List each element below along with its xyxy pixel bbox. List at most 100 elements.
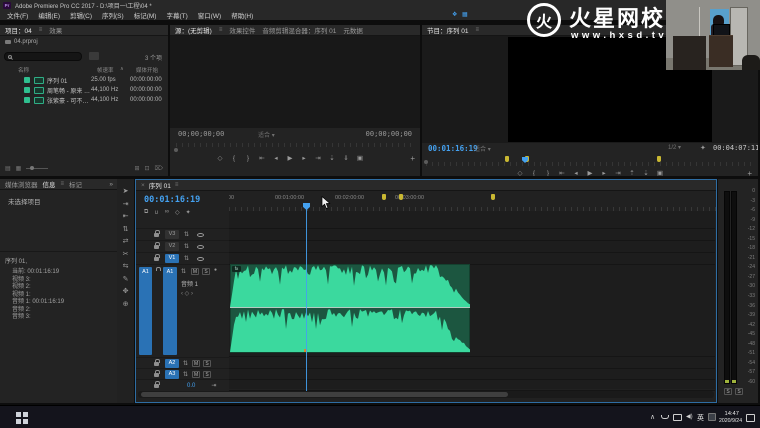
- tab-audio-clip-mixer[interactable]: 音频剪辑混合器：序列 01: [262, 25, 336, 35]
- timeline-option-icon[interactable]: ∞: [165, 209, 169, 216]
- voiceover-record-icon[interactable]: ●: [214, 267, 217, 273]
- settings-wrench-icon[interactable]: ✦: [700, 144, 706, 152]
- source-patch-a1[interactable]: A1: [139, 267, 152, 355]
- label-chip[interactable]: [24, 97, 30, 103]
- tab-info[interactable]: 信息: [43, 179, 56, 190]
- zoom-slider[interactable]: [26, 168, 48, 169]
- transport-button[interactable]: ⇓: [341, 154, 351, 164]
- project-item-row[interactable]: 序列 01 25.00 fps 00:00:00:00: [0, 75, 168, 85]
- project-item-row[interactable]: 周笔畅 - 原来 你也在这里 . 44,100 Hz 00:00:00:00: [0, 85, 168, 95]
- program-scroll-handle[interactable]: [424, 160, 428, 164]
- transport-button[interactable]: ⇥: [613, 169, 623, 177]
- sequence-marker[interactable]: [491, 194, 495, 200]
- transport-button[interactable]: ◂: [571, 169, 581, 177]
- sync-lock-icon[interactable]: ⇅: [181, 268, 186, 275]
- workspace-icon-2[interactable]: ▦: [462, 11, 468, 18]
- transport-button[interactable]: ◇: [515, 169, 525, 177]
- transport-button[interactable]: ⇡: [627, 169, 637, 177]
- fit-timeline-icon[interactable]: ⇥: [211, 382, 216, 389]
- icon-view-icon[interactable]: ▦: [16, 165, 22, 172]
- tab-metadata[interactable]: 元数据: [343, 25, 363, 35]
- tab-project[interactable]: 项目：04: [5, 25, 32, 36]
- meter-solo-right[interactable]: S: [735, 388, 743, 395]
- tray-keyboard-icon[interactable]: [708, 413, 716, 421]
- menu-item[interactable]: 标记(M): [129, 10, 162, 20]
- menu-item[interactable]: 帮助(H): [226, 10, 258, 20]
- tool-button[interactable]: ⊕: [123, 301, 129, 309]
- transport-button[interactable]: {: [229, 154, 239, 164]
- lock-icon[interactable]: [154, 245, 159, 249]
- project-search[interactable]: [4, 52, 82, 61]
- mute-button[interactable]: M: [192, 360, 200, 367]
- track-output-eye-icon[interactable]: [197, 233, 204, 237]
- tool-button[interactable]: ✥: [123, 288, 129, 296]
- tab-effect-controls[interactable]: 效果控件: [229, 25, 255, 35]
- list-view-icon[interactable]: ▤: [5, 165, 11, 172]
- button-editor-plus[interactable]: +: [747, 169, 752, 176]
- timeline-option-icon[interactable]: ∪: [154, 209, 158, 216]
- solo-button[interactable]: S: [203, 360, 211, 367]
- source-in-timecode[interactable]: 00;00;00;00: [178, 130, 224, 138]
- transport-button[interactable]: ⇤: [557, 169, 567, 177]
- sync-lock-icon[interactable]: ⇅: [183, 360, 188, 367]
- label-chip[interactable]: [24, 87, 30, 93]
- transport-button[interactable]: ▣: [355, 154, 365, 164]
- tab-program[interactable]: 节目：序列 01: [427, 25, 469, 36]
- close-icon[interactable]: ×: [141, 182, 145, 189]
- meter-solo-left[interactable]: S: [724, 388, 732, 395]
- tool-button[interactable]: ✎: [123, 276, 129, 284]
- action-center-icon[interactable]: [746, 414, 755, 422]
- sync-lock-icon[interactable]: ⇅: [184, 231, 189, 238]
- source-scroll-handle[interactable]: [174, 148, 178, 152]
- menu-item[interactable]: 序列(S): [97, 10, 129, 20]
- tab-overflow-icon[interactable]: »: [109, 181, 113, 188]
- menu-item[interactable]: 窗口(W): [193, 10, 226, 20]
- button-editor-plus[interactable]: +: [410, 154, 415, 163]
- workspace-icon-1[interactable]: ❖: [452, 11, 457, 18]
- column-name[interactable]: 名称: [18, 66, 29, 74]
- lock-icon[interactable]: [154, 362, 159, 366]
- tray-clock[interactable]: 14:47 2020/9/24: [719, 411, 739, 424]
- program-ruler[interactable]: [422, 156, 758, 167]
- tab-media-browser[interactable]: 媒体浏览器: [5, 179, 38, 189]
- master-gain-value[interactable]: 0.0: [187, 383, 195, 389]
- sequence-marker[interactable]: [399, 194, 403, 200]
- tool-button[interactable]: ⇅: [123, 226, 129, 234]
- lock-icon[interactable]: [154, 373, 159, 377]
- add-keyframe-icon[interactable]: ◇: [185, 291, 190, 297]
- panel-menu-icon[interactable]: ≡: [39, 27, 43, 33]
- program-current-timecode[interactable]: 00:01:16:19: [428, 144, 478, 153]
- project-breadcrumb[interactable]: 04.prproj: [5, 39, 38, 45]
- tab-source[interactable]: 源：(无剪辑): [175, 25, 212, 36]
- timeline-ruler[interactable]: 00:00:00:0000:01:00:0000:02:00:0000:03:0…: [229, 193, 716, 211]
- tool-button[interactable]: ⇤: [123, 213, 129, 221]
- tool-button[interactable]: ⇄: [123, 238, 129, 246]
- timeline-option-icon[interactable]: ✦: [186, 209, 191, 216]
- lock-icon[interactable]: [154, 233, 159, 237]
- transport-button[interactable]: }: [543, 169, 553, 177]
- sequence-marker[interactable]: [505, 156, 509, 162]
- menu-item[interactable]: 编辑(E): [33, 10, 65, 20]
- transport-button[interactable]: ⇣: [327, 154, 337, 164]
- tray-display-icon[interactable]: [673, 414, 682, 421]
- trash-icon[interactable]: ⌦: [155, 165, 163, 172]
- solo-button[interactable]: S: [203, 371, 211, 378]
- track-name-a1[interactable]: 音频 1: [181, 279, 198, 288]
- previous-keyframe-icon[interactable]: ‹: [181, 291, 183, 297]
- timeline-option-icon[interactable]: ◇: [175, 209, 180, 216]
- track-target-a1[interactable]: A1: [163, 267, 177, 355]
- transport-button[interactable]: ⇤: [257, 154, 267, 164]
- transport-button[interactable]: ▶: [285, 154, 295, 164]
- source-fit-dropdown[interactable]: 适合 ▾: [258, 130, 275, 139]
- mute-button[interactable]: M: [192, 371, 200, 378]
- menu-item[interactable]: 文件(F): [2, 10, 33, 20]
- tab-markers[interactable]: 标记: [69, 179, 82, 189]
- panel-menu-icon[interactable]: ≡: [476, 27, 480, 33]
- timeline-current-timecode[interactable]: 00:01:16:19: [144, 195, 200, 205]
- track-target-a3[interactable]: A3: [165, 370, 179, 379]
- panel-menu-icon[interactable]: ≡: [61, 181, 65, 187]
- tool-button[interactable]: ✂: [123, 251, 129, 259]
- audio-clip[interactable]: fx: [230, 264, 470, 353]
- track-target-v2[interactable]: V2: [165, 242, 179, 251]
- program-fit-dropdown[interactable]: 适合 ▾: [474, 144, 491, 153]
